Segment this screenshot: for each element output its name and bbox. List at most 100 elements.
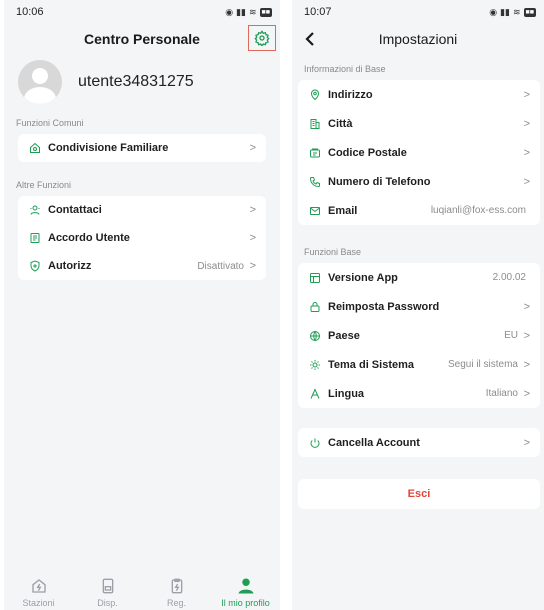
language-value: Italiano <box>485 388 518 399</box>
tab-stations[interactable]: Stazioni <box>9 576 69 608</box>
menu-item-label: Accordo Utente <box>48 232 130 244</box>
menu-item-user-agreement[interactable]: Accordo Utente > <box>18 224 266 252</box>
chevron-right-icon: > <box>523 436 530 449</box>
document-icon <box>28 231 42 245</box>
tab-my-profile[interactable]: Il mio profilo <box>216 576 276 608</box>
menu-item-cancel-account[interactable]: Cancella Account > <box>298 428 540 457</box>
menu-item-address[interactable]: Indirizzo > <box>298 80 540 109</box>
menu-item-label: Cancella Account <box>328 436 420 449</box>
menu-item-contact-us[interactable]: Contattaci > <box>18 196 266 224</box>
tab-label: Reg. <box>166 598 186 608</box>
theme-icon <box>308 358 322 372</box>
menu-item-label: Autorizz <box>48 260 92 272</box>
menu-item-label: Contattaci <box>48 204 102 216</box>
personal-center-screen: 10:06 ◉ ▮▮ ≋ ■■ Centro Personale utente3… <box>4 0 280 610</box>
menu-item-authorization[interactable]: Autorizz Disattivato > <box>18 252 266 280</box>
settings-button[interactable] <box>248 25 276 51</box>
menu-item-email[interactable]: Email luqianli@fox-ess.com <box>298 196 540 225</box>
menu-item-city[interactable]: Città > <box>298 109 540 138</box>
alarm-icon: ◉ <box>489 6 498 17</box>
lock-icon <box>308 300 322 314</box>
menu-item-label: Città <box>328 117 353 130</box>
menu-item-label: Numero di Telefono <box>328 175 431 188</box>
menu-item-reset-password[interactable]: Reimposta Password > <box>298 292 540 321</box>
menu-item-label: Reimposta Password <box>328 300 440 313</box>
support-icon <box>28 203 42 217</box>
menu-item-label: Indirizzo <box>328 88 373 101</box>
section-label-common: Funzioni Comuni <box>16 118 84 128</box>
city-icon <box>308 117 322 131</box>
system-theme-value: Segui il sistema <box>447 359 518 370</box>
menu-item-phone-number[interactable]: Numero di Telefono > <box>298 167 540 196</box>
chevron-right-icon: > <box>523 117 530 130</box>
battery-icon: ■■ <box>523 7 536 17</box>
back-button[interactable] <box>300 28 320 50</box>
tab-label: Disp. <box>97 598 118 608</box>
tab-label: Il mio profilo <box>221 598 270 608</box>
signal-icon: ▮▮ <box>236 6 246 17</box>
device-icon <box>99 576 117 596</box>
status-time: 10:07 <box>304 6 332 18</box>
status-icons: ◉ ▮▮ ≋ ■■ <box>489 7 536 18</box>
email-value: luqianli@fox-ess.com <box>430 205 526 216</box>
wifi-icon: ≋ <box>512 6 521 17</box>
menu-item-label: Email <box>328 204 358 217</box>
app-version-value: 2.00.02 <box>492 272 526 283</box>
language-icon <box>308 387 322 401</box>
tab-devices[interactable]: Disp. <box>78 576 138 608</box>
phone-icon <box>308 175 322 189</box>
menu-item-app-version[interactable]: Versione App 2.00.02 <box>298 263 540 292</box>
app-version-icon <box>308 271 322 285</box>
shield-icon <box>28 259 42 273</box>
menu-item-country[interactable]: Paese EU > <box>298 321 540 350</box>
chevron-right-icon: > <box>249 232 256 244</box>
authorization-status: Disattivato <box>197 260 244 272</box>
status-bar: 10:07 ◉ ▮▮ ≋ ■■ <box>292 0 544 24</box>
page-title: Centro Personale <box>84 31 200 47</box>
menu-item-label: Condivisione Familiare <box>48 142 169 154</box>
chevron-right-icon: > <box>523 329 530 342</box>
postal-icon <box>308 146 322 160</box>
chevron-right-icon: > <box>523 175 530 188</box>
profile-header[interactable]: utente34831275 <box>4 54 280 110</box>
menu-item-label: Tema di Sistema <box>328 358 414 371</box>
globe-icon <box>308 329 322 343</box>
basic-functions-card: Versione App 2.00.02 Reimposta Password … <box>298 263 540 408</box>
record-icon <box>168 576 186 596</box>
menu-item-postal-code[interactable]: Codice Postale > <box>298 138 540 167</box>
chevron-right-icon: > <box>523 88 530 101</box>
cancel-account-card: Cancella Account > <box>298 428 540 457</box>
menu-item-language[interactable]: Lingua Italiano > <box>298 379 540 408</box>
chevron-right-icon: > <box>523 387 530 400</box>
chevron-right-icon: > <box>249 142 256 154</box>
username: utente34831275 <box>78 73 194 90</box>
status-icons: ◉ ▮▮ ≋ ■■ <box>225 7 272 18</box>
section-label-other: Altre Funzioni <box>16 180 72 190</box>
logout-button[interactable]: Esci <box>298 479 540 509</box>
section-label-basic-info: Informazioni di Base <box>304 64 386 74</box>
gear-icon <box>254 30 270 46</box>
other-functions-card: Contattaci > Accordo Utente > Autorizz D… <box>18 196 266 280</box>
chevron-right-icon: > <box>523 300 530 313</box>
alarm-icon: ◉ <box>225 6 234 17</box>
chevron-left-icon <box>305 32 314 46</box>
bottom-tab-bar: Stazioni Disp. Reg. Il mio profilo <box>4 572 280 610</box>
menu-item-family-sharing[interactable]: Condivisione Familiare > <box>18 134 266 162</box>
station-icon <box>30 576 48 596</box>
status-bar: 10:06 ◉ ▮▮ ≋ ■■ <box>4 0 280 24</box>
tab-records[interactable]: Reg. <box>147 576 207 608</box>
common-functions-card: Condivisione Familiare > <box>18 134 266 162</box>
tab-label: Stazioni <box>22 598 55 608</box>
location-icon <box>308 88 322 102</box>
menu-item-label: Lingua <box>328 387 365 400</box>
power-icon <box>308 436 322 450</box>
chevron-right-icon: > <box>249 204 256 216</box>
menu-item-label: Paese <box>328 329 360 342</box>
chevron-right-icon: > <box>523 358 530 371</box>
settings-screen: 10:07 ◉ ▮▮ ≋ ■■ Impostazioni Informazion… <box>292 0 544 610</box>
chevron-right-icon: > <box>249 260 256 272</box>
avatar[interactable] <box>18 60 62 104</box>
section-label-basic-functions: Funzioni Base <box>304 247 362 257</box>
menu-item-system-theme[interactable]: Tema di Sistema Segui il sistema > <box>298 350 540 379</box>
country-value: EU <box>504 330 518 341</box>
